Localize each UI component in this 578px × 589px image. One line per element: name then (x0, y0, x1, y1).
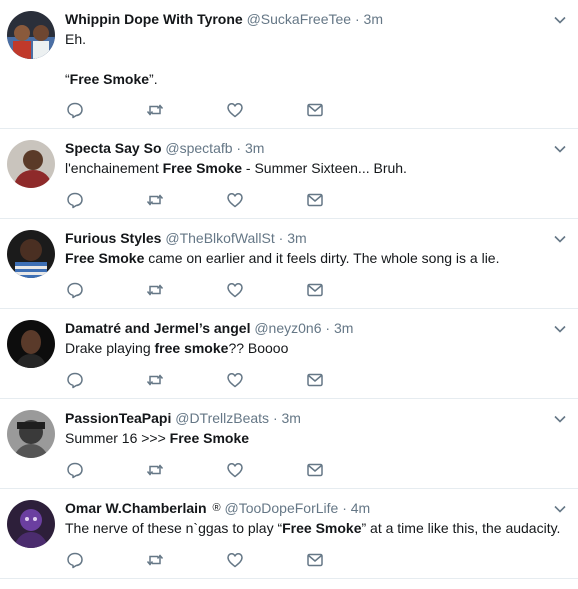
author-handle[interactable]: @spectafb (165, 140, 232, 156)
chevron-down-icon[interactable] (553, 232, 567, 246)
chevron-down-icon[interactable] (553, 412, 567, 426)
separator: · (272, 410, 278, 426)
like-icon[interactable] (226, 281, 244, 299)
chevron-down-icon[interactable] (553, 322, 567, 336)
tweet[interactable]: PassionTeaPapi @DTrellzBeats · 3m Summer… (0, 399, 578, 489)
author-name[interactable]: Omar W.Chamberlain (65, 500, 207, 516)
highlighted-term: Free Smoke (169, 430, 250, 446)
timestamp[interactable]: 4m (351, 500, 370, 516)
message-icon[interactable] (306, 551, 324, 569)
tweet-text: The nerve of these n`ggas to play “Free … (65, 518, 560, 538)
chevron-down-icon[interactable] (553, 13, 567, 27)
avatar[interactable] (7, 320, 55, 368)
retweet-icon[interactable] (146, 191, 164, 209)
message-icon[interactable] (306, 281, 324, 299)
tweet-text-line: The nerve of these n`ggas to play “Free … (65, 518, 560, 538)
timestamp[interactable]: 3m (245, 140, 264, 156)
tweet-text: l'enchainement Free Smoke - Summer Sixte… (65, 158, 407, 178)
reply-icon[interactable] (66, 281, 84, 299)
avatar[interactable] (7, 500, 55, 548)
tweet-text-line: Eh. (65, 29, 158, 49)
like-icon[interactable] (226, 191, 244, 209)
message-icon[interactable] (306, 101, 324, 119)
like-icon[interactable] (226, 461, 244, 479)
avatar[interactable] (7, 230, 55, 278)
message-icon[interactable] (306, 191, 324, 209)
avatar[interactable] (7, 410, 55, 458)
message-icon[interactable] (306, 371, 324, 389)
tweet-text-line: l'enchainement Free Smoke - Summer Sixte… (65, 158, 407, 178)
retweet-icon[interactable] (146, 371, 164, 389)
reply-icon[interactable] (66, 551, 84, 569)
reply-icon[interactable] (66, 191, 84, 209)
separator: · (236, 140, 242, 156)
author-name[interactable]: Specta Say So (65, 140, 162, 156)
highlighted-term: Free Smoke (282, 520, 362, 536)
timestamp[interactable]: 3m (364, 11, 383, 27)
chevron-down-icon[interactable] (553, 502, 567, 516)
tweet-text-line: Summer 16 >>> Free Smoke (65, 428, 249, 448)
author-handle[interactable]: @TooDopeForLife (224, 500, 338, 516)
separator: · (278, 230, 284, 246)
author-handle[interactable]: @DTrellzBeats (175, 410, 269, 426)
tweet[interactable]: Specta Say So @spectafb · 3m l'enchainem… (0, 129, 578, 219)
text-segment: - Summer Sixteen... Bruh. (242, 160, 407, 176)
like-icon[interactable] (226, 101, 244, 119)
like-icon[interactable] (226, 551, 244, 569)
text-segment: ” at a time like this, the audacity. (361, 520, 561, 536)
retweet-icon[interactable] (146, 101, 164, 119)
timestamp[interactable]: 3m (334, 320, 353, 336)
tweet-text-line: Free Smoke came on earlier and it feels … (65, 248, 499, 268)
text-segment: ?? Boooo (228, 340, 289, 356)
tweet[interactable]: Whippin Dope With Tyrone @SuckaFreeTee ·… (0, 0, 578, 129)
author-handle[interactable]: @SuckaFreeTee (247, 11, 351, 27)
tweet-text: Drake playing free smoke?? Boooo (65, 338, 288, 358)
text-segment: Drake playing (65, 340, 155, 356)
timestamp[interactable]: 3m (287, 230, 306, 246)
text-segment: Eh. (65, 31, 87, 47)
tweet[interactable]: Furious Styles @TheBlkofWallSt · 3m Free… (0, 219, 578, 309)
author-handle[interactable]: @neyz0n6 (254, 320, 321, 336)
timestamp[interactable]: 3m (282, 410, 301, 426)
author-name[interactable]: PassionTeaPapi (65, 410, 171, 426)
text-segment: ”. (149, 71, 158, 87)
message-icon[interactable] (306, 461, 324, 479)
tweet[interactable]: Damatré and Jermel’s angel @neyz0n6 · 3m… (0, 309, 578, 399)
tweet-text: Eh. “Free Smoke”. (65, 29, 158, 89)
author-name[interactable]: Damatré and Jermel’s angel (65, 320, 250, 336)
author-name[interactable]: Whippin Dope With Tyrone (65, 11, 243, 27)
retweet-icon[interactable] (146, 551, 164, 569)
highlighted-term: Free Smoke (69, 71, 150, 87)
like-icon[interactable] (226, 371, 244, 389)
separator: · (325, 320, 331, 336)
retweet-icon[interactable] (146, 461, 164, 479)
highlighted-term: Free Smoke (162, 160, 242, 176)
tweet-feed: Whippin Dope With Tyrone @SuckaFreeTee ·… (0, 0, 578, 589)
text-segment: came on earlier and it feels dirty. The … (144, 250, 500, 266)
reply-icon[interactable] (66, 461, 84, 479)
tweet-text: Summer 16 >>> Free Smoke (65, 428, 249, 448)
highlighted-term: free smoke (154, 340, 229, 356)
author-handle[interactable]: @TheBlkofWallSt (165, 230, 274, 246)
reply-icon[interactable] (66, 101, 84, 119)
chevron-down-icon[interactable] (553, 142, 567, 156)
text-segment: Summer 16 >>> (65, 430, 170, 446)
highlighted-term: Free Smoke (65, 250, 145, 266)
verified-badge-icon: ® (212, 502, 221, 514)
avatar[interactable] (7, 140, 55, 188)
author-name[interactable]: Furious Styles (65, 230, 161, 246)
text-segment: The nerve of these n`ggas to play “ (65, 520, 283, 536)
tweet-text-line (65, 49, 158, 69)
separator: · (342, 500, 347, 516)
tweet[interactable]: Omar W.Chamberlain ® @TooDopeForLife · 4… (0, 489, 578, 579)
tweet-text-line: Drake playing free smoke?? Boooo (65, 338, 288, 358)
retweet-icon[interactable] (146, 281, 164, 299)
tweet-text: Free Smoke came on earlier and it feels … (65, 248, 499, 268)
text-segment: l'enchainement (65, 160, 163, 176)
reply-icon[interactable] (66, 371, 84, 389)
tweet-text-line: “Free Smoke”. (65, 69, 158, 89)
separator: · (354, 11, 360, 27)
avatar[interactable] (7, 11, 55, 59)
